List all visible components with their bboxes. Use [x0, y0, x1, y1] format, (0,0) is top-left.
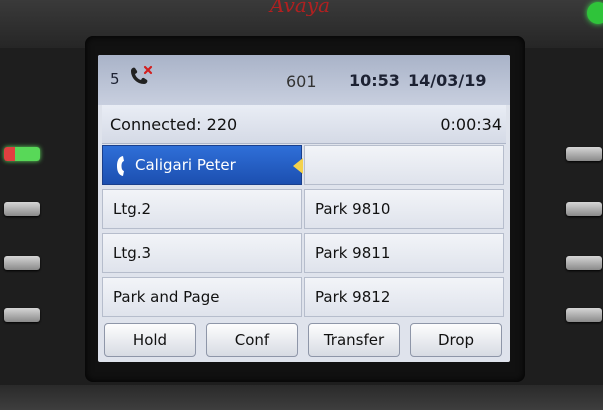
line-key-1-led[interactable] [4, 147, 40, 161]
feature-item-park-9812[interactable]: Park 9812 [304, 277, 504, 317]
clock-time: 10:53 [349, 71, 400, 90]
line-label: Park and Page [113, 288, 220, 306]
call-status-bar: Connected: 220 0:00:34 [102, 105, 506, 144]
call-timer: 0:00:34 [440, 115, 502, 134]
line-appearance-grid: Caligari Peter Ltg.2 Park 9810 Ltg.3 Par… [102, 145, 506, 321]
line-label: Ltg.2 [113, 200, 152, 218]
line-item-active-call[interactable]: Caligari Peter [102, 145, 303, 185]
feature-item-park-9810[interactable]: Park 9810 [304, 189, 504, 229]
line-item-ltg3[interactable]: Ltg.3 [102, 233, 302, 273]
missed-call-icon [131, 65, 153, 84]
line-key-3[interactable] [4, 256, 40, 270]
line-item-ltg2[interactable]: Ltg.2 [102, 189, 302, 229]
brand-logo: Avaya [269, 0, 331, 16]
conference-button[interactable]: Conf [206, 323, 298, 357]
feature-key-2[interactable] [566, 202, 602, 216]
feature-label: Park 9812 [315, 288, 391, 306]
message-waiting-led [587, 2, 603, 24]
softkey-bar: Hold Conf Transfer Drop [102, 323, 506, 359]
phone-bottom-housing [0, 385, 603, 410]
transfer-button[interactable]: Transfer [308, 323, 400, 357]
feature-item-park-9811[interactable]: Park 9811 [304, 233, 504, 273]
line-label: Caligari Peter [135, 156, 236, 174]
line-key-2[interactable] [4, 202, 40, 216]
line-label: Ltg.3 [113, 244, 152, 262]
line-key-4[interactable] [4, 308, 40, 322]
feature-item-empty[interactable] [304, 145, 504, 185]
selection-caret-icon [293, 158, 303, 174]
line-item-park-and-page[interactable]: Park and Page [102, 277, 302, 317]
status-bar: 5 601 10:53 14/03/19 [98, 55, 510, 105]
feature-label: Park 9810 [315, 200, 391, 218]
handset-icon [117, 156, 124, 176]
feature-label: Park 9811 [315, 244, 391, 262]
missed-call-count: 5 [110, 70, 120, 88]
drop-button[interactable]: Drop [410, 323, 502, 357]
phone-display: 5 601 10:53 14/03/19 Connected: 220 0:00… [98, 55, 510, 362]
feature-key-3[interactable] [566, 256, 602, 270]
feature-key-4[interactable] [566, 308, 602, 322]
feature-key-1[interactable] [566, 147, 602, 161]
own-extension: 601 [286, 72, 317, 91]
clock-date: 14/03/19 [408, 71, 487, 90]
hold-button[interactable]: Hold [104, 323, 196, 357]
call-status-label: Connected: 220 [110, 115, 238, 134]
